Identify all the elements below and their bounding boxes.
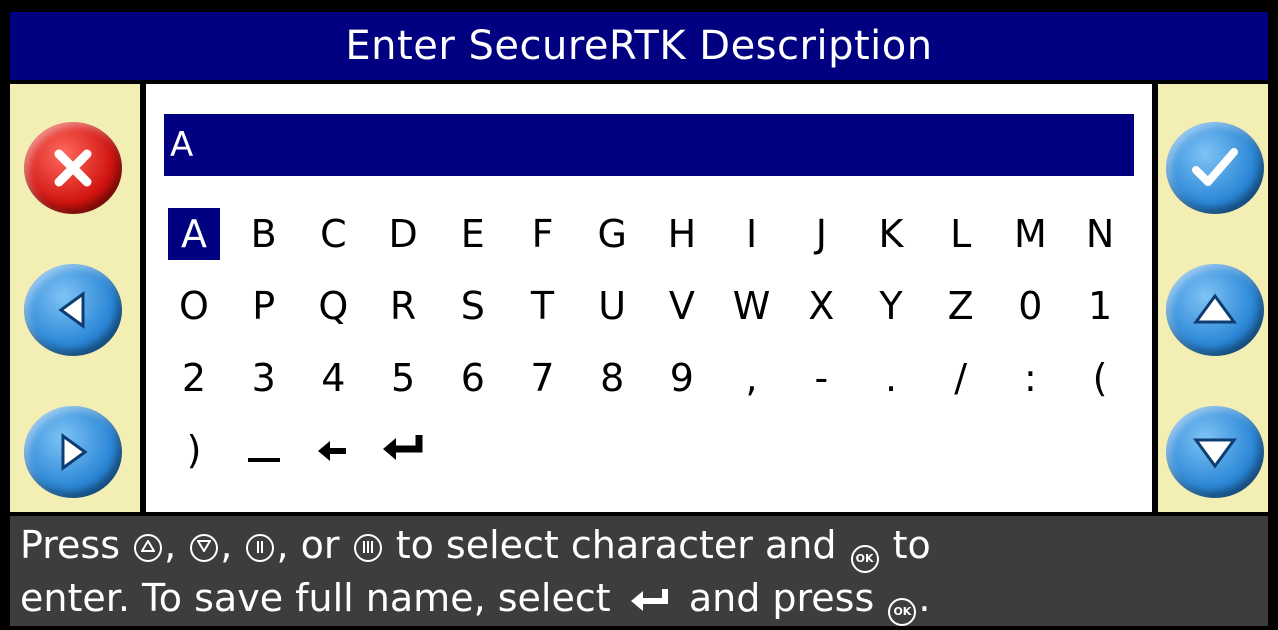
key-H[interactable]: H bbox=[656, 208, 708, 260]
key-)[interactable]: ) bbox=[168, 424, 220, 476]
left-button-panel bbox=[10, 84, 140, 512]
key-B[interactable]: B bbox=[238, 208, 290, 260]
instruction-mid: to select character and bbox=[395, 523, 837, 567]
key-R[interactable]: R bbox=[377, 280, 429, 332]
screen: Enter SecureRTK Description A ABCDEFGHIJ… bbox=[0, 0, 1278, 630]
up-button-icon bbox=[134, 534, 163, 562]
key-6[interactable]: 6 bbox=[447, 352, 499, 404]
checkmark-icon bbox=[1192, 148, 1238, 186]
ok-button-icon: OK bbox=[888, 598, 917, 626]
key-,[interactable]: , bbox=[726, 352, 778, 404]
three-bar-button-icon bbox=[353, 534, 382, 562]
keyboard-panel: A ABCDEFGHIJKLMN OPQRSTUVWXYZ01 23456789,-… bbox=[146, 84, 1152, 512]
key-Z[interactable]: Z bbox=[935, 280, 987, 332]
triangle-left-icon bbox=[58, 291, 85, 329]
key-1[interactable]: 1 bbox=[1074, 280, 1126, 332]
triangle-right-icon bbox=[61, 433, 88, 471]
instruction-save: enter. To save full name, select bbox=[20, 576, 611, 620]
instructions-line-2: enter. To save full name, select and pre… bbox=[20, 573, 1258, 626]
key-/[interactable]: / bbox=[935, 352, 987, 404]
enter-icon bbox=[381, 428, 425, 472]
key-S[interactable]: S bbox=[447, 280, 499, 332]
key-C[interactable]: C bbox=[307, 208, 359, 260]
right-button-panel bbox=[1158, 84, 1268, 512]
key-([interactable]: ( bbox=[1074, 352, 1126, 404]
backspace-icon bbox=[316, 428, 350, 472]
key-G[interactable]: G bbox=[586, 208, 638, 260]
up-arrow-button[interactable] bbox=[1166, 264, 1264, 356]
triangle-up-icon bbox=[1193, 293, 1237, 324]
key-5[interactable]: 5 bbox=[377, 352, 429, 404]
key-7[interactable]: 7 bbox=[517, 352, 569, 404]
instructions-line-1: Press , , , or to select character and O… bbox=[20, 520, 1258, 573]
space-icon bbox=[244, 426, 284, 475]
cancel-button[interactable] bbox=[24, 122, 122, 214]
key-A[interactable]: A bbox=[168, 208, 220, 260]
key-9[interactable]: 9 bbox=[656, 352, 708, 404]
instructions-text: Press , , , or to select character and O… bbox=[10, 516, 1268, 626]
key-backspace[interactable] bbox=[307, 424, 359, 476]
key-I[interactable]: I bbox=[726, 208, 778, 260]
key-0[interactable]: 0 bbox=[1004, 280, 1056, 332]
description-input[interactable]: A bbox=[164, 114, 1134, 176]
key-4[interactable]: 4 bbox=[307, 352, 359, 404]
left-arrow-button[interactable] bbox=[24, 264, 122, 356]
key-D[interactable]: D bbox=[377, 208, 429, 260]
key--[interactable]: - bbox=[795, 352, 847, 404]
key-space[interactable] bbox=[238, 424, 290, 476]
key-enter[interactable] bbox=[377, 424, 429, 476]
triangle-down-icon bbox=[1193, 438, 1237, 469]
key-K[interactable]: K bbox=[865, 208, 917, 260]
key-3[interactable]: 3 bbox=[238, 352, 290, 404]
instruction-press: Press bbox=[20, 523, 121, 567]
key-P[interactable]: P bbox=[238, 280, 290, 332]
key-J[interactable]: J bbox=[795, 208, 847, 260]
key-.[interactable]: . bbox=[865, 352, 917, 404]
ok-button-icon: OK bbox=[850, 545, 879, 573]
down-button-icon bbox=[190, 534, 219, 562]
key-O[interactable]: O bbox=[168, 280, 220, 332]
key-U[interactable]: U bbox=[586, 280, 638, 332]
ok-button[interactable] bbox=[1166, 122, 1264, 214]
key-8[interactable]: 8 bbox=[586, 352, 638, 404]
key-N[interactable]: N bbox=[1074, 208, 1126, 260]
key-W[interactable]: W bbox=[726, 280, 778, 332]
right-arrow-button[interactable] bbox=[24, 406, 122, 498]
key-Q[interactable]: Q bbox=[307, 280, 359, 332]
key-M[interactable]: M bbox=[1004, 208, 1056, 260]
key-X[interactable]: X bbox=[795, 280, 847, 332]
key-T[interactable]: T bbox=[517, 280, 569, 332]
cancel-x-icon bbox=[54, 149, 92, 187]
key-:[interactable]: : bbox=[1004, 352, 1056, 404]
key-Y[interactable]: Y bbox=[865, 280, 917, 332]
down-arrow-button[interactable] bbox=[1166, 406, 1264, 498]
key-E[interactable]: E bbox=[447, 208, 499, 260]
key-V[interactable]: V bbox=[656, 280, 708, 332]
pause-button-icon bbox=[246, 534, 275, 562]
key-F[interactable]: F bbox=[517, 208, 569, 260]
key-L[interactable]: L bbox=[935, 208, 987, 260]
key-2[interactable]: 2 bbox=[168, 352, 220, 404]
page-title: Enter SecureRTK Description bbox=[10, 12, 1268, 80]
enter-icon bbox=[629, 575, 671, 625]
